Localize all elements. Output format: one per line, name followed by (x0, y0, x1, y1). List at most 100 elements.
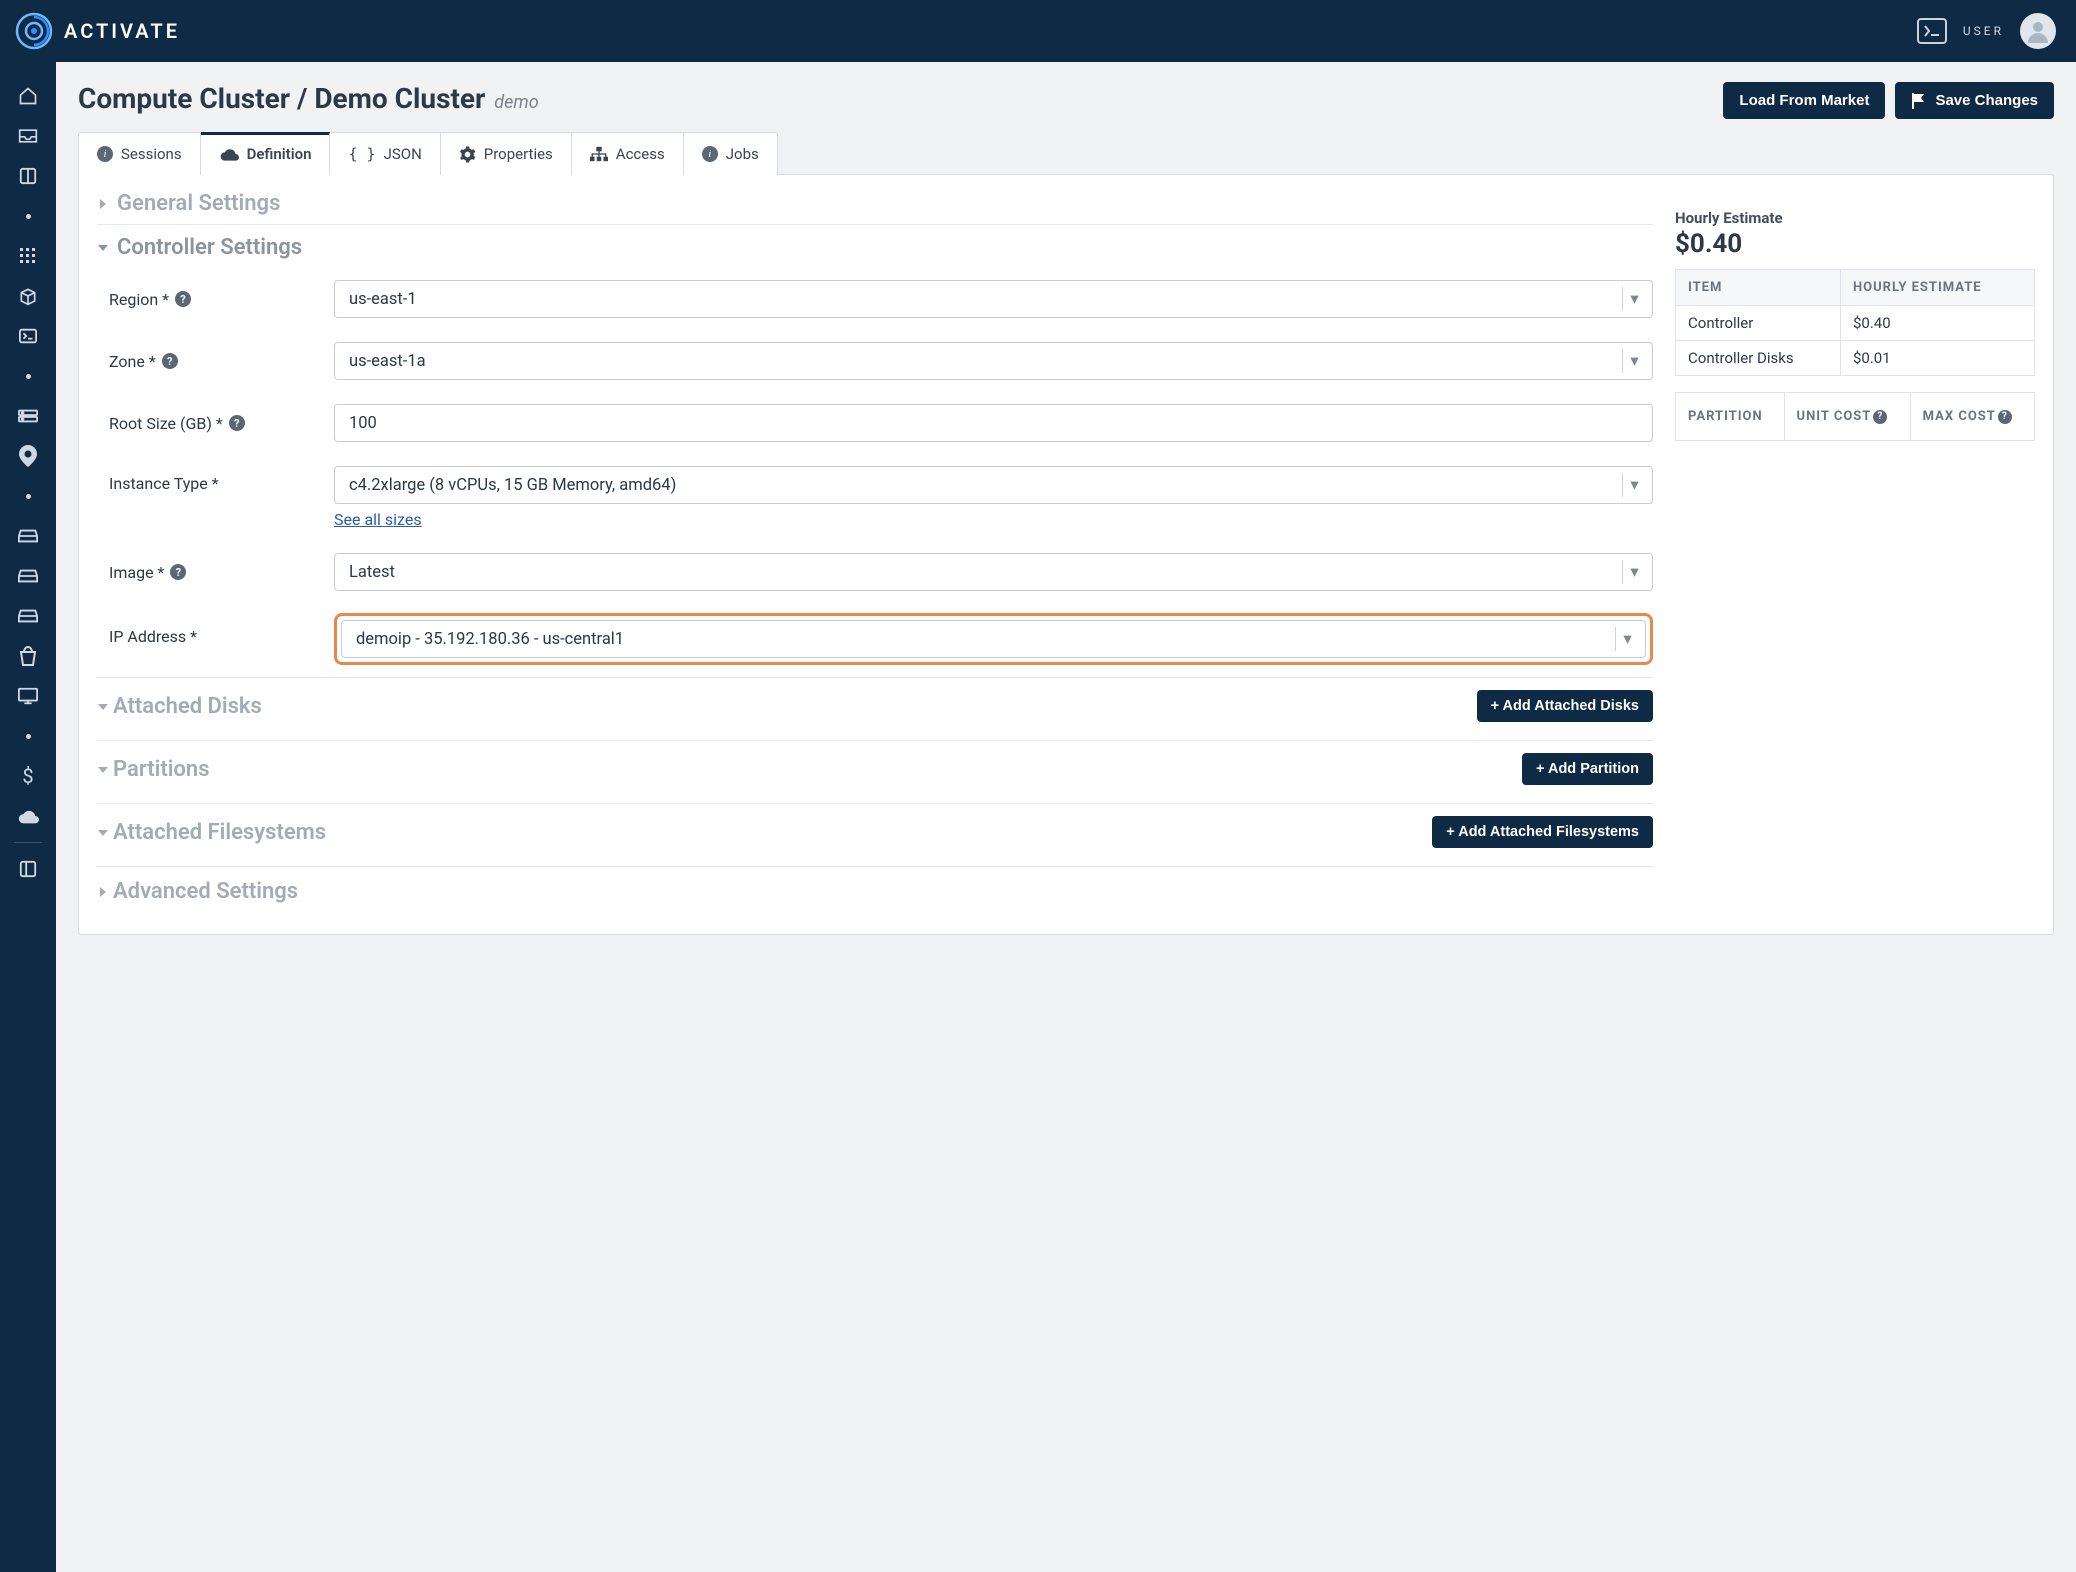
tab-definition[interactable]: Definition (201, 132, 331, 175)
breadcrumb-name: Demo Cluster (314, 82, 485, 115)
info-icon: i (97, 146, 113, 162)
section-partitions[interactable]: Partitions (97, 757, 210, 782)
sidebar-collapse-icon[interactable] (0, 849, 56, 889)
sitemap-icon (590, 146, 608, 162)
help-icon[interactable]: ? (175, 291, 191, 307)
region-select[interactable]: us-east-1 ▾ (334, 280, 1653, 318)
sidebar-server-icon[interactable] (0, 396, 56, 436)
chevron-down-icon: ▾ (1622, 560, 1646, 584)
definition-panel: General Settings Controller Settings Reg… (78, 174, 2054, 935)
label-image: Image * (109, 563, 164, 582)
label-ip-address: IP Address * (109, 627, 197, 646)
sidebar-location-icon[interactable] (0, 436, 56, 476)
instance-type-select[interactable]: c4.2xlarge (8 vCPUs, 15 GB Memory, amd64… (334, 466, 1653, 504)
save-changes-button[interactable]: Save Changes (1895, 82, 2054, 119)
ip-address-select[interactable]: demoip - 35.192.180.36 - us-central1 ▾ (341, 620, 1646, 658)
label-instance-type: Instance Type * (109, 474, 219, 493)
estimate2-col-max: MAX COST? (1910, 393, 2034, 441)
sidebar-dot-1 (0, 196, 56, 236)
avatar[interactable] (2020, 13, 2056, 49)
sidebar-billing-icon[interactable]: $ (0, 756, 56, 796)
section-attached-filesystems[interactable]: Attached Filesystems (97, 820, 326, 845)
top-bar: ACTIVATE USER (0, 0, 2076, 62)
label-zone: Zone * (109, 352, 156, 371)
section-general-settings[interactable]: General Settings (97, 181, 1653, 224)
estimate2-col-unit: UNIT COST? (1784, 393, 1910, 441)
chevron-down-icon: ▾ (1615, 627, 1639, 651)
chevron-down-icon (97, 820, 109, 845)
load-from-market-button[interactable]: Load From Market (1723, 82, 1885, 119)
sidebar-drive3-icon[interactable] (0, 596, 56, 636)
terminal-icon[interactable] (1917, 18, 1947, 44)
info-icon: i (702, 146, 718, 162)
tab-json[interactable]: { }JSON (330, 132, 440, 175)
image-select[interactable]: Latest ▾ (334, 553, 1653, 591)
sidebar-drive1-icon[interactable] (0, 516, 56, 556)
label-region: Region * (109, 290, 169, 309)
breadcrumb-slug: demo (494, 92, 538, 113)
sidebar-desktop-icon[interactable] (0, 676, 56, 716)
sidebar-dot-2 (0, 356, 56, 396)
estimate-col-item: ITEM (1676, 270, 1841, 306)
brand-mark-icon (14, 11, 54, 51)
cloud-icon (219, 147, 239, 161)
sidebar-cloud-icon[interactable] (0, 796, 56, 836)
flag-icon (1911, 93, 1927, 109)
chevron-down-icon: ▾ (1622, 473, 1646, 497)
estimate2-col-partition: PARTITION (1676, 393, 1785, 441)
add-attached-filesystems-button[interactable]: + Add Attached Filesystems (1432, 816, 1653, 848)
estimate-row: Controller $0.40 (1676, 306, 2035, 341)
root-size-input[interactable]: 100 (334, 404, 1653, 442)
add-attached-disks-button[interactable]: + Add Attached Disks (1477, 690, 1653, 722)
section-attached-disks[interactable]: Attached Disks (97, 694, 262, 719)
label-root-size: Root Size (GB) * (109, 414, 223, 433)
chevron-down-icon: ▾ (1622, 349, 1646, 373)
help-icon[interactable]: ? (1873, 410, 1887, 424)
sidebar-dot-4 (0, 716, 56, 756)
sidebar-grid-icon[interactable] (0, 236, 56, 276)
sidebar-panel-icon[interactable] (0, 156, 56, 196)
sidebar-drive2-icon[interactable] (0, 556, 56, 596)
breadcrumb-section: Compute Cluster (78, 82, 290, 115)
zone-select[interactable]: us-east-1a ▾ (334, 342, 1653, 380)
sidebar-divider (14, 842, 42, 843)
help-icon[interactable]: ? (229, 415, 245, 431)
tab-access[interactable]: Access (572, 132, 684, 175)
sidebar-home-icon[interactable] (0, 76, 56, 116)
tabs: iSessions Definition { }JSON Properties … (78, 132, 2054, 175)
estimate-title: Hourly Estimate (1675, 209, 2035, 227)
sidebar-bucket-icon[interactable] (0, 636, 56, 676)
chevron-down-icon (97, 694, 109, 719)
help-icon[interactable]: ? (162, 353, 178, 369)
estimate-col-hourly: HOURLY ESTIMATE (1840, 270, 2034, 306)
chevron-right-icon (97, 198, 113, 210)
tab-properties[interactable]: Properties (441, 132, 572, 175)
user-label: USER (1963, 24, 2004, 38)
estimate-row: Controller Disks $0.01 (1676, 341, 2035, 376)
gear-icon (459, 146, 476, 163)
help-icon[interactable]: ? (1998, 410, 2012, 424)
chevron-down-icon (97, 757, 109, 782)
see-all-sizes-link[interactable]: See all sizes (334, 510, 422, 529)
braces-icon: { } (348, 145, 375, 163)
sidebar-dot-3 (0, 476, 56, 516)
sidebar-package-icon[interactable] (0, 276, 56, 316)
help-icon[interactable]: ? (170, 564, 186, 580)
add-partition-button[interactable]: + Add Partition (1522, 753, 1653, 785)
section-advanced-settings[interactable]: Advanced Settings (97, 879, 298, 904)
brand-logo[interactable]: ACTIVATE (14, 11, 180, 51)
sidebar-inbox-icon[interactable] (0, 116, 56, 156)
estimate-total: $0.40 (1675, 229, 2035, 259)
section-controller-settings[interactable]: Controller Settings (97, 225, 1653, 268)
brand-name: ACTIVATE (64, 19, 180, 43)
breadcrumb: Compute Cluster / Demo Cluster demo (78, 82, 539, 115)
sidebar: $ (0, 62, 56, 1572)
sidebar-terminal-icon[interactable] (0, 316, 56, 356)
chevron-down-icon: ▾ (1622, 287, 1646, 311)
tab-sessions[interactable]: iSessions (78, 132, 201, 175)
estimate-panel: Hourly Estimate $0.40 ITEM HOURLY ESTIMA… (1675, 181, 2035, 914)
ip-highlight: demoip - 35.192.180.36 - us-central1 ▾ (334, 613, 1653, 665)
chevron-down-icon (97, 242, 113, 254)
chevron-right-icon (97, 879, 109, 904)
tab-jobs[interactable]: iJobs (684, 132, 778, 175)
